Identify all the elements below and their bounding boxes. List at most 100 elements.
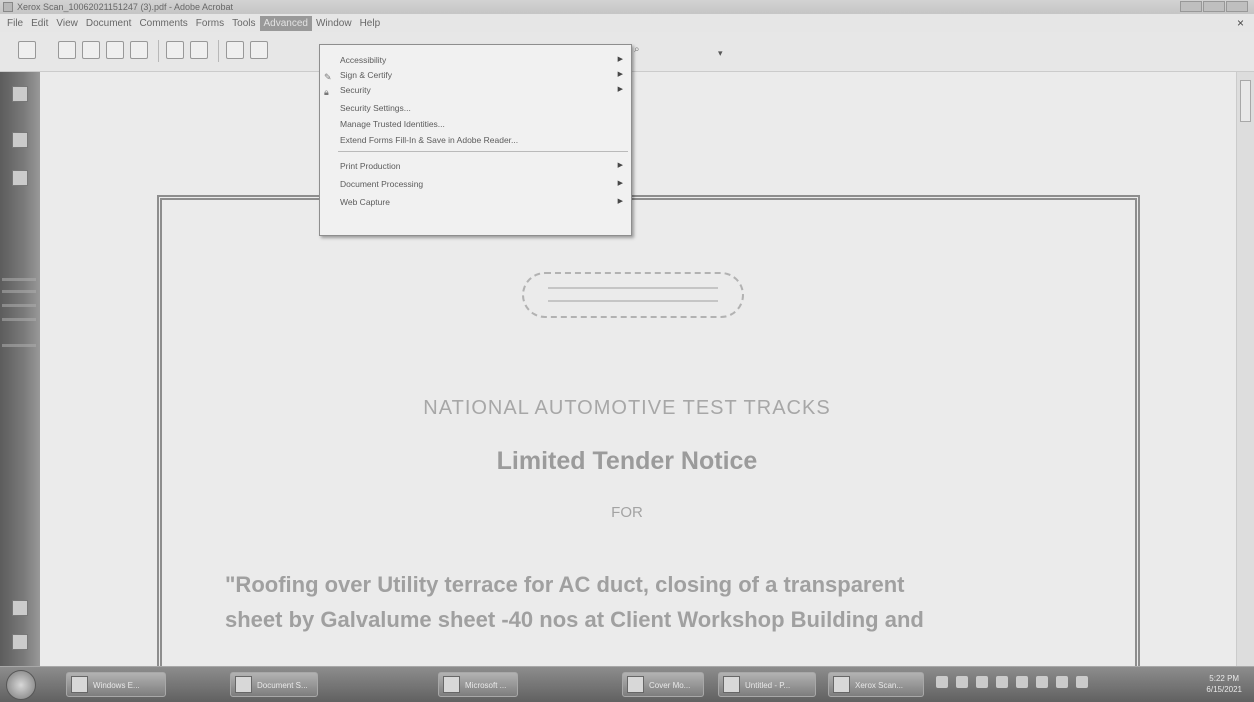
comments-panel-icon[interactable]	[12, 634, 28, 650]
paint-icon	[723, 676, 740, 693]
maximize-button[interactable]	[1203, 1, 1225, 12]
share-icon[interactable]	[130, 41, 148, 59]
menu-item-label: Print Production	[340, 161, 401, 171]
document-stamp	[522, 272, 744, 318]
taskbar-button[interactable]: Windows E...	[66, 672, 166, 697]
menu-item-web-capture[interactable]: Web Capture ▶	[320, 195, 631, 209]
submenu-arrow-icon: ▶	[617, 162, 623, 169]
lock-icon: 🔒︎	[324, 87, 329, 97]
taskbar: Windows E... Document S... Microsoft ...…	[0, 666, 1254, 702]
print-icon[interactable]	[58, 41, 76, 59]
body-line-1: "Roofing over Utility terrace for AC duc…	[225, 572, 905, 597]
menu-help[interactable]: Help	[356, 16, 385, 31]
taskbar-button[interactable]: Untitled - P...	[718, 672, 816, 697]
tray-icon[interactable]	[1036, 676, 1048, 688]
menu-item-label: Sign & Certify	[340, 70, 392, 80]
body-line-2: sheet by Galvalume sheet -40 nos at Clie…	[225, 607, 924, 632]
menu-item-accessibility[interactable]: Accessibility ▶	[320, 53, 631, 67]
previous-page-icon[interactable]	[226, 41, 244, 59]
menu-file[interactable]: File	[3, 16, 27, 31]
attachments-icon[interactable]	[12, 600, 28, 616]
stamp-line	[548, 300, 718, 302]
create-pdf-icon[interactable]	[18, 41, 36, 59]
window-controls	[1180, 1, 1248, 12]
menu-item-label: Security	[340, 85, 371, 95]
menu-item-label: Document Processing	[340, 179, 424, 189]
taskbar-button[interactable]: Document S...	[230, 672, 318, 697]
advanced-menu-dropdown: Accessibility ▶ ✎ Sign & Certify ▶ 🔒︎ Se…	[319, 44, 632, 236]
taskbar-button[interactable]: Cover Mo...	[622, 672, 704, 697]
menu-item-sign-certify[interactable]: ✎ Sign & Certify ▶	[320, 68, 631, 82]
menu-view[interactable]: View	[52, 16, 82, 31]
menu-item-label: Extend Forms Fill-In & Save in Adobe Rea…	[340, 135, 519, 145]
submenu-arrow-icon: ▶	[617, 71, 623, 78]
start-button[interactable]	[6, 670, 36, 700]
tray-icon[interactable]	[1016, 676, 1028, 688]
panel-texture	[2, 304, 36, 307]
scrollbar-thumb[interactable]	[1240, 80, 1251, 122]
tray-icon[interactable]	[936, 676, 948, 688]
menu-bar: File Edit View Document Comments Forms T…	[0, 14, 1254, 32]
submenu-arrow-icon: ▶	[617, 180, 623, 187]
menu-item-label: Manage Trusted Identities...	[340, 119, 445, 129]
zoom-field[interactable]: ⌕	[634, 44, 640, 55]
menu-advanced[interactable]: Advanced	[259, 15, 312, 31]
open-icon[interactable]	[82, 41, 100, 59]
menu-item-label: Web Capture	[340, 197, 390, 207]
window-icon	[443, 676, 460, 693]
taskbar-button-label: Cover Mo...	[649, 681, 691, 690]
panel-texture	[2, 318, 36, 321]
acrobat-icon	[833, 676, 850, 693]
toolbar-divider	[218, 40, 219, 62]
toolbar-divider	[158, 40, 159, 62]
acrobat-app-icon	[3, 2, 13, 12]
zoom-dropdown-arrow-icon[interactable]: ▾	[718, 48, 723, 59]
menu-item-security-settings[interactable]: Security Settings...	[320, 101, 631, 115]
close-document-icon[interactable]: ×	[1237, 16, 1244, 30]
signatures-icon[interactable]	[12, 170, 28, 186]
minimize-button[interactable]	[1180, 1, 1202, 12]
close-window-button[interactable]	[1226, 1, 1248, 12]
comment-icon[interactable]	[190, 41, 208, 59]
menu-item-document-processing[interactable]: Document Processing ▶	[320, 177, 631, 191]
document-for: FOR	[611, 504, 643, 521]
document-title: Limited Tender Notice	[496, 447, 758, 475]
network-icon[interactable]	[1056, 676, 1068, 688]
taskbar-button-label: Windows E...	[93, 681, 140, 690]
vertical-scrollbar[interactable]	[1236, 72, 1254, 666]
menu-tools[interactable]: Tools	[228, 16, 259, 31]
bookmarks-icon[interactable]	[12, 132, 28, 148]
taskbar-button-active[interactable]: Xerox Scan...	[828, 672, 924, 697]
tray-icon[interactable]	[996, 676, 1008, 688]
menu-document[interactable]: Document	[82, 16, 136, 31]
tray-icon[interactable]	[976, 676, 988, 688]
browser-icon	[627, 676, 644, 693]
menu-item-extend-forms[interactable]: Extend Forms Fill-In & Save in Adobe Rea…	[320, 133, 631, 147]
menu-item-manage-trusted-identities[interactable]: Manage Trusted Identities...	[320, 117, 631, 131]
submenu-arrow-icon: ▶	[617, 56, 623, 63]
pages-icon[interactable]	[12, 86, 28, 102]
menu-comments[interactable]: Comments	[135, 16, 191, 31]
volume-icon[interactable]	[1076, 676, 1088, 688]
document-icon	[235, 676, 252, 693]
title-bar: Xerox Scan_10062021151247 (3).pdf - Adob…	[0, 0, 1254, 14]
menu-forms[interactable]: Forms	[192, 16, 228, 31]
submenu-arrow-icon: ▶	[617, 86, 623, 93]
taskbar-button-label: Document S...	[257, 681, 308, 690]
save-icon[interactable]	[166, 41, 184, 59]
next-page-icon[interactable]	[250, 41, 268, 59]
menu-edit[interactable]: Edit	[27, 16, 52, 31]
clock-time: 5:22 PM	[1209, 674, 1240, 683]
menu-separator	[338, 151, 628, 152]
menu-item-print-production[interactable]: Print Production ▶	[320, 159, 631, 173]
system-clock[interactable]: 5:22 PM 6/15/2021	[1206, 673, 1242, 695]
menu-item-security[interactable]: 🔒︎ Security ▶	[320, 83, 631, 97]
document-organization: NATIONAL AUTOMOTIVE TEST TRACKS	[423, 397, 831, 419]
panel-texture	[2, 290, 36, 293]
tray-icon[interactable]	[956, 676, 968, 688]
taskbar-button[interactable]: Microsoft ...	[438, 672, 518, 697]
menu-window[interactable]: Window	[312, 16, 356, 31]
email-icon[interactable]	[106, 41, 124, 59]
panel-texture	[2, 278, 36, 281]
taskbar-button-label: Xerox Scan...	[855, 681, 904, 690]
